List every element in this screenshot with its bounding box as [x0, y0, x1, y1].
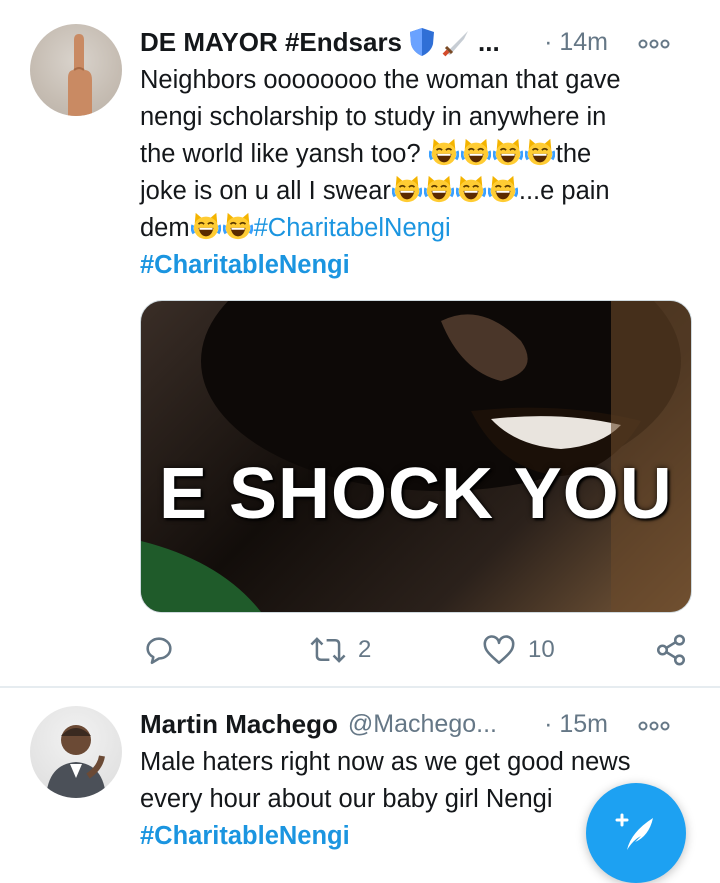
share-icon — [656, 634, 686, 666]
avatar-person-image — [46, 725, 106, 798]
retweet-button[interactable]: 2 — [310, 628, 371, 672]
laughing-cat-emoji — [392, 174, 422, 204]
retweet-icon — [310, 637, 346, 663]
tweet[interactable]: DE MAYOR #Endsars ... · 14m Neighbors oo… — [0, 0, 720, 686]
compose-tweet-button[interactable] — [586, 783, 686, 883]
tweet-line: #CharitableNengi — [140, 247, 695, 284]
more-dots-icon[interactable] — [638, 711, 670, 737]
avatar[interactable] — [30, 706, 122, 798]
laughing-cat-emoji — [461, 137, 491, 167]
more-dots-icon[interactable] — [638, 29, 670, 55]
tweet-line: the world like yansh too? the — [140, 136, 695, 173]
share-button[interactable] — [654, 628, 688, 672]
laughing-cat-emoji — [456, 174, 486, 204]
author-handle[interactable]: @Machego... — [348, 710, 497, 739]
tweet-time[interactable]: · 14m — [544, 28, 608, 57]
dagger-icon — [442, 31, 469, 57]
laughing-cat-emoji — [488, 174, 518, 204]
name-badges: ... — [408, 27, 500, 58]
compose-tweet-icon — [615, 813, 653, 850]
laughing-cat-emoji — [493, 137, 523, 167]
like-count: 10 — [528, 636, 555, 663]
tweet-line: joke is on u all I swear ...e pain — [140, 173, 695, 210]
name-overflow: ... — [478, 26, 500, 57]
hashtag-link[interactable]: #CharitableNengi — [140, 822, 350, 850]
media-caption: E SHOCK YOU — [159, 454, 673, 534]
hashtag-link[interactable]: #CharitableNengi — [140, 251, 350, 279]
tweet-line: Male haters right now as we get good new… — [140, 748, 631, 776]
avatar[interactable] — [30, 24, 122, 116]
media-video[interactable]: E SHOCK YOU — [140, 300, 692, 613]
heart-icon — [483, 635, 515, 665]
tweet-line-text: dem — [140, 214, 190, 242]
tweet-line: nengi scholarship to study in anywhere i… — [140, 103, 607, 131]
laughing-cat-emoji — [424, 174, 454, 204]
inline-hashtag-link[interactable]: #CharitabelNengi — [254, 214, 451, 242]
tweet-time[interactable]: · 15m — [544, 710, 608, 739]
tweet-actions: 2 10 — [140, 628, 700, 672]
tweet-line-text: the world like yansh too? — [140, 140, 421, 168]
retweet-count: 2 — [358, 636, 372, 663]
shield-icon — [410, 28, 435, 56]
tweet-text: Neighbors oooooooo the woman that gave n… — [140, 62, 695, 284]
avatar-hand-image — [68, 34, 92, 116]
laughing-cat-emoji — [223, 211, 253, 241]
like-button[interactable]: 10 — [482, 628, 555, 672]
laughing-cat-emoji — [525, 137, 555, 167]
tweet-line: dem #CharitabelNengi — [140, 210, 695, 247]
laughing-cat-emoji — [191, 211, 221, 241]
tweet-line-text: the — [555, 140, 592, 168]
tweet-line: Neighbors oooooooo the woman that gave — [140, 66, 621, 94]
tweet-line-text: ...e pain — [518, 177, 610, 205]
reply-icon — [146, 637, 172, 665]
tweet-line-text: joke is on u all I swear — [140, 177, 391, 205]
reply-button[interactable] — [142, 628, 176, 672]
author-name[interactable]: Martin Machego — [140, 709, 338, 740]
laughing-cat-emoji — [429, 137, 459, 167]
author-name[interactable]: DE MAYOR #Endsars — [140, 27, 402, 58]
